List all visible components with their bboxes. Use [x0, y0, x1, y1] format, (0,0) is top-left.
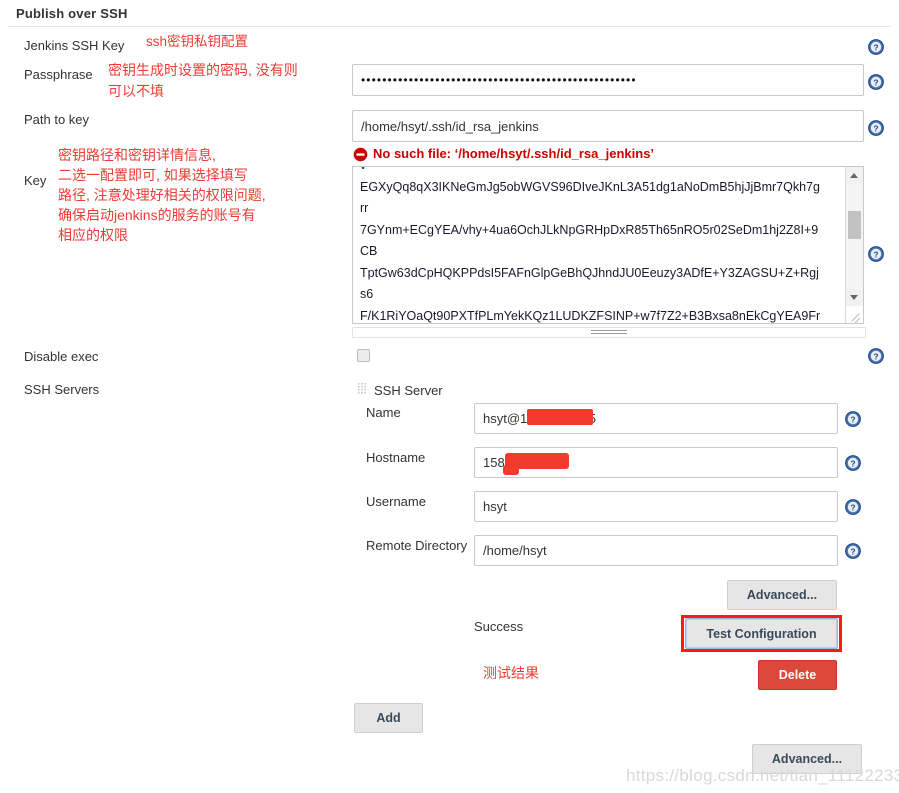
annotation-ssh-key: ssh密钥私钥配置 — [146, 34, 249, 49]
ssh-server-group-title: SSH Server — [374, 383, 443, 398]
passphrase-label: Passphrase — [24, 67, 93, 82]
svg-text:?: ? — [873, 124, 878, 134]
help-icon-key[interactable]: ? — [868, 246, 884, 262]
redaction-name — [527, 409, 593, 425]
ssh-servers-label: SSH Servers — [24, 382, 100, 397]
help-icon-ssh-server-hostname[interactable]: ? — [845, 455, 861, 471]
ssh-server-name-label: Name — [366, 405, 401, 420]
key-horizontal-scrollbar[interactable] — [352, 327, 866, 338]
horizontal-scrollbar-thumb[interactable] — [591, 330, 627, 331]
key-textarea-content: v EGXyQq8qX3IKNeGmJg5obWGVS96DIveJKnL3A5… — [360, 167, 821, 323]
help-icon-path-to-key[interactable]: ? — [868, 120, 884, 136]
delete-server-button[interactable]: Delete — [758, 660, 837, 690]
drag-handle-icon[interactable] — [358, 383, 368, 396]
help-icon-ssh-server-name[interactable]: ? — [845, 411, 861, 427]
help-icon-ssh-server-username[interactable]: ? — [845, 499, 861, 515]
key-textarea-scrollbar[interactable] — [845, 167, 863, 323]
path-to-key-label: Path to key — [24, 112, 90, 127]
svg-text:?: ? — [873, 352, 878, 362]
passphrase-input[interactable]: ••••••••••••••••••••••••••••••••••••••••… — [352, 64, 864, 96]
advanced-server-button[interactable]: Advanced... — [727, 580, 837, 610]
svg-text:?: ? — [873, 43, 878, 53]
key-label: Key — [24, 173, 47, 188]
watermark: https://blog.csdn.net/tian_111222333 — [626, 766, 899, 785]
key-textarea[interactable]: v EGXyQq8qX3IKNeGmJg5obWGVS96DIveJKnL3A5… — [352, 166, 864, 324]
path-to-key-input[interactable] — [352, 110, 864, 142]
error-icon — [353, 147, 368, 162]
test-result-status: Success — [474, 619, 524, 634]
redaction-hostname-tail — [503, 465, 519, 475]
ssh-server-remote-directory-input[interactable] — [474, 535, 838, 566]
svg-text:?: ? — [873, 250, 878, 260]
help-icon-ssh-server-remote-directory[interactable]: ? — [845, 543, 861, 559]
svg-text:?: ? — [850, 459, 855, 469]
svg-text:?: ? — [850, 415, 855, 425]
scroll-up-arrow-icon[interactable] — [846, 167, 863, 184]
help-icon-disable-exec[interactable]: ? — [868, 348, 884, 364]
svg-text:?: ? — [850, 503, 855, 513]
scroll-down-arrow-icon[interactable] — [846, 289, 863, 306]
add-server-button[interactable]: Add — [354, 703, 423, 733]
svg-text:?: ? — [850, 547, 855, 557]
scrollbar-thumb[interactable] — [848, 211, 861, 239]
annotation-key: 密钥路径和密钥详情信息, 二选一配置即可, 如果选择填写 路径, 注意处理好相关… — [58, 147, 266, 243]
resize-grip-icon[interactable] — [846, 306, 863, 323]
jenkins-ssh-key-label: Jenkins SSH Key — [24, 38, 125, 53]
ssh-server-remote-directory-label: Remote Directory — [366, 538, 468, 553]
key-textarea-viewport: v EGXyQq8qX3IKNeGmJg5obWGVS96DIveJKnL3A5… — [353, 167, 845, 323]
help-icon-jenkins-ssh-key[interactable]: ? — [868, 39, 884, 55]
disable-exec-checkbox[interactable] — [357, 349, 370, 362]
ssh-server-hostname-label: Hostname — [366, 450, 426, 465]
ssh-server-username-input[interactable] — [474, 491, 838, 522]
annotation-test-result: 测试结果 — [483, 665, 539, 681]
svg-text:?: ? — [873, 78, 878, 88]
disable-exec-label: Disable exec — [24, 349, 99, 364]
ssh-server-username-label: Username — [366, 494, 426, 509]
help-icon-passphrase[interactable]: ? — [868, 74, 884, 90]
path-to-key-error: No such file: ‘/home/hsyt/.ssh/id_rsa_je… — [373, 146, 655, 161]
annotation-passphrase: 密钥生成时设置的密码, 没有则 可以不填 — [108, 62, 298, 99]
test-configuration-button[interactable]: Test Configuration — [685, 618, 838, 649]
title-divider — [8, 26, 891, 27]
page-title: Publish over SSH — [16, 6, 128, 21]
